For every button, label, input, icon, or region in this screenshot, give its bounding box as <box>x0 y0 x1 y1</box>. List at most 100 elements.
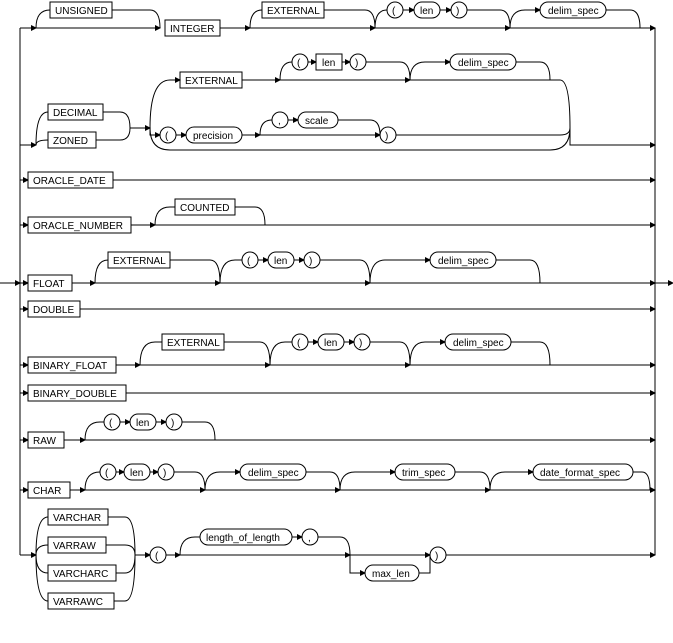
label: ORACLE_DATE <box>33 176 106 187</box>
rail <box>112 10 160 28</box>
rail <box>96 128 130 140</box>
rail <box>36 10 50 28</box>
label: COUNTED <box>180 203 229 214</box>
label: FLOAT <box>33 279 64 290</box>
label: date_format_spec <box>540 468 620 479</box>
label: EXTERNAL <box>185 76 238 87</box>
label: UNSIGNED <box>55 6 108 17</box>
rail <box>370 260 385 283</box>
rail <box>510 10 525 28</box>
rail <box>114 555 135 601</box>
label: len <box>136 418 149 429</box>
rail <box>116 555 135 573</box>
rail <box>570 128 655 145</box>
rail <box>85 472 100 490</box>
label: ZONED <box>53 136 88 147</box>
label: length_of_length <box>206 533 280 544</box>
rail <box>95 260 108 283</box>
rail <box>366 62 410 80</box>
rail <box>340 472 355 490</box>
rail <box>375 10 387 28</box>
label: EXTERNAL <box>267 6 320 17</box>
label: INTEGER <box>170 24 214 35</box>
label: ) <box>309 256 312 267</box>
rail <box>455 472 490 490</box>
rail <box>36 140 48 145</box>
rail <box>306 472 340 490</box>
rail <box>180 537 195 555</box>
label: BINARY_FLOAT <box>33 361 107 372</box>
label: ) <box>171 418 174 429</box>
label: CHAR <box>33 486 61 497</box>
rail <box>516 62 550 80</box>
rail <box>490 472 505 490</box>
label: trim_spec <box>402 468 445 479</box>
label: ) <box>359 338 362 349</box>
rail <box>150 128 160 135</box>
rail <box>140 342 155 365</box>
rail <box>280 62 292 80</box>
label: VARCHARC <box>53 569 108 580</box>
rail <box>410 62 425 80</box>
rail <box>220 260 235 283</box>
rail <box>103 112 130 128</box>
label: delim_spec <box>548 6 599 17</box>
label: delim_spec <box>458 58 509 69</box>
rail <box>419 555 430 573</box>
rail <box>170 260 220 283</box>
label: len <box>130 468 143 479</box>
rail <box>36 545 48 555</box>
label: delim_spec <box>438 256 489 267</box>
rail <box>155 207 170 225</box>
rail <box>150 80 170 128</box>
rail <box>396 128 570 135</box>
rail <box>324 10 375 28</box>
label: max_len <box>372 569 410 580</box>
rail <box>633 472 650 490</box>
rail <box>338 120 380 135</box>
label: len <box>420 6 433 17</box>
label: DOUBLE <box>33 305 74 316</box>
rail <box>606 10 640 28</box>
label: ) <box>435 551 438 562</box>
label: RAW <box>33 436 57 447</box>
rail <box>106 545 135 555</box>
rail <box>260 120 272 135</box>
label: delim_spec <box>248 468 299 479</box>
rail <box>318 537 350 555</box>
label: BINARY_DOUBLE <box>33 389 117 400</box>
label: scale <box>305 116 329 127</box>
label: , <box>308 533 311 544</box>
label: ) <box>385 131 388 142</box>
label: VARRAW <box>53 541 96 552</box>
rail <box>270 342 285 365</box>
rail <box>36 555 48 601</box>
label: ) <box>163 468 166 479</box>
rail <box>205 472 220 490</box>
label: len <box>274 256 287 267</box>
label: , <box>278 116 281 127</box>
label: ORACLE_NUMBER <box>33 221 123 232</box>
label: ) <box>355 58 358 69</box>
rail <box>320 260 370 283</box>
label: len <box>322 58 335 69</box>
label: DECIMAL <box>53 108 98 119</box>
label: ) <box>456 6 459 17</box>
rail <box>108 517 135 555</box>
rail <box>235 207 265 225</box>
rail <box>467 10 510 28</box>
rail <box>370 342 410 365</box>
rail <box>511 342 550 365</box>
rail <box>174 472 205 490</box>
label: precision <box>193 131 233 142</box>
label: EXTERNAL <box>167 338 220 349</box>
rail <box>36 555 48 573</box>
label: len <box>324 338 337 349</box>
rail <box>250 10 262 28</box>
label: EXTERNAL <box>113 256 166 267</box>
rail <box>410 80 570 128</box>
label: VARCHAR <box>53 513 101 524</box>
rail <box>350 555 365 573</box>
rail <box>496 260 540 283</box>
rail <box>85 422 100 440</box>
